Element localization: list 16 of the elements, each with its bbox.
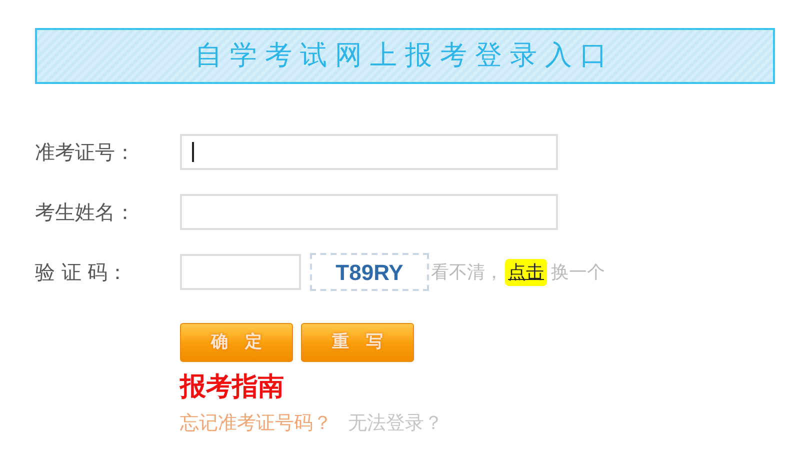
captcha-hint: 换一个 bbox=[551, 260, 605, 284]
exam-number-field[interactable] bbox=[180, 134, 558, 170]
reset-button[interactable]: 重 写 bbox=[301, 323, 414, 362]
field-label: 考生姓名： bbox=[35, 199, 136, 226]
field-label: 验 证 码： bbox=[35, 259, 129, 286]
field-label: 准考证号： bbox=[35, 139, 136, 166]
help-link[interactable]: 无法登录？ bbox=[348, 409, 443, 438]
captcha-field[interactable] bbox=[180, 254, 301, 290]
help-link[interactable]: 忘记准考证号码？ bbox=[180, 409, 332, 438]
captcha-image[interactable]: T89RY bbox=[310, 253, 429, 291]
captcha-hint: 看不清， bbox=[431, 260, 503, 284]
refresh-link[interactable]: 点击 bbox=[505, 258, 547, 286]
submit-button[interactable]: 确 定 bbox=[180, 323, 293, 362]
banner-title: 自学考试网上报考登录入口 bbox=[195, 38, 615, 73]
guide-heading: 报考指南 bbox=[180, 372, 285, 404]
name-field[interactable] bbox=[180, 194, 558, 230]
